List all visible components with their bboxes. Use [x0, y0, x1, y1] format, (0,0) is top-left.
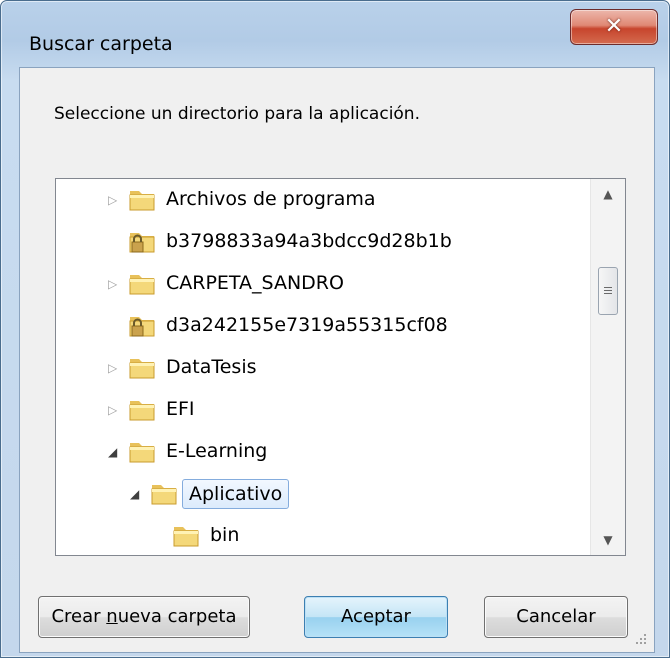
tree-item-label: bin [210, 524, 240, 546]
window-title: Buscar carpeta [29, 33, 173, 55]
tree-item-label: E-Learning [166, 440, 268, 462]
expand-arrow-icon[interactable]: ▷ [108, 277, 117, 291]
dialog-prompt: Seleccione un directorio para la aplicac… [54, 104, 420, 124]
tree-item-label: EFI [166, 398, 195, 420]
close-icon: ✕ [604, 14, 624, 39]
tree-item[interactable]: ▷ DataTesis [56, 347, 590, 387]
tree-item-label: Archivos de programa [166, 188, 376, 210]
tree-item-label: Aplicativo [182, 479, 290, 509]
locked-folder-icon [128, 227, 158, 255]
folder-icon [128, 353, 158, 381]
tree-item[interactable]: bin [56, 515, 590, 555]
scroll-thumb[interactable] [598, 267, 618, 315]
folder-icon [128, 185, 158, 213]
dialog-client-area: Seleccione un directorio para la aplicac… [19, 67, 655, 653]
resize-grip-icon[interactable] [634, 632, 648, 646]
tree-item[interactable]: ◢ Aplicativo [56, 473, 590, 513]
folder-icon [172, 521, 202, 549]
tree-item[interactable]: ▷ EFI [56, 389, 590, 429]
vertical-scrollbar[interactable]: ▲ ▼ [590, 179, 625, 555]
new-folder-label-part: ueva carpeta [117, 606, 237, 627]
folder-icon [128, 437, 158, 465]
tree-item-label: DataTesis [166, 356, 257, 378]
dialog-window: Buscar carpeta ✕ Seleccione un directori… [0, 0, 670, 658]
tree-item[interactable]: b3798833a94a3bdcc9d28b1b [56, 221, 590, 261]
folder-icon [150, 479, 180, 507]
tree-item[interactable]: d3a242155e7319a55315cf08 [56, 305, 590, 345]
locked-folder-icon [128, 311, 158, 339]
new-folder-button[interactable]: Crear nueva carpeta [38, 596, 250, 638]
close-button[interactable]: ✕ [570, 9, 658, 45]
tree-item[interactable]: ▷ Archivos de programa [56, 179, 590, 219]
folder-icon [128, 269, 158, 297]
cancel-button[interactable]: Cancelar [484, 596, 628, 638]
new-folder-accesskey: n [106, 606, 118, 627]
folder-tree[interactable]: ▷ Archivos de programa b3798833a94a3bdcc… [55, 178, 626, 556]
tree-item[interactable]: ◢ E-Learning [56, 431, 590, 471]
expand-arrow-icon[interactable]: ▷ [108, 403, 117, 417]
collapse-arrow-icon[interactable]: ◢ [130, 487, 139, 501]
accept-button[interactable]: Aceptar [304, 596, 448, 638]
scroll-up-icon[interactable]: ▲ [591, 179, 625, 209]
new-folder-label-part: Crear [51, 606, 107, 627]
tree-item-label: d3a242155e7319a55315cf08 [166, 314, 448, 336]
tree-item-label: b3798833a94a3bdcc9d28b1b [166, 230, 452, 252]
collapse-arrow-icon[interactable]: ◢ [108, 445, 117, 459]
scroll-down-icon[interactable]: ▼ [591, 525, 625, 555]
title-bar[interactable]: Buscar carpeta ✕ [1, 1, 669, 65]
expand-arrow-icon[interactable]: ▷ [108, 361, 117, 375]
tree-item-label: CARPETA_SANDRO [166, 272, 344, 294]
tree-item[interactable]: ▷ CARPETA_SANDRO [56, 263, 590, 303]
expand-arrow-icon[interactable]: ▷ [108, 193, 117, 207]
folder-icon [128, 395, 158, 423]
